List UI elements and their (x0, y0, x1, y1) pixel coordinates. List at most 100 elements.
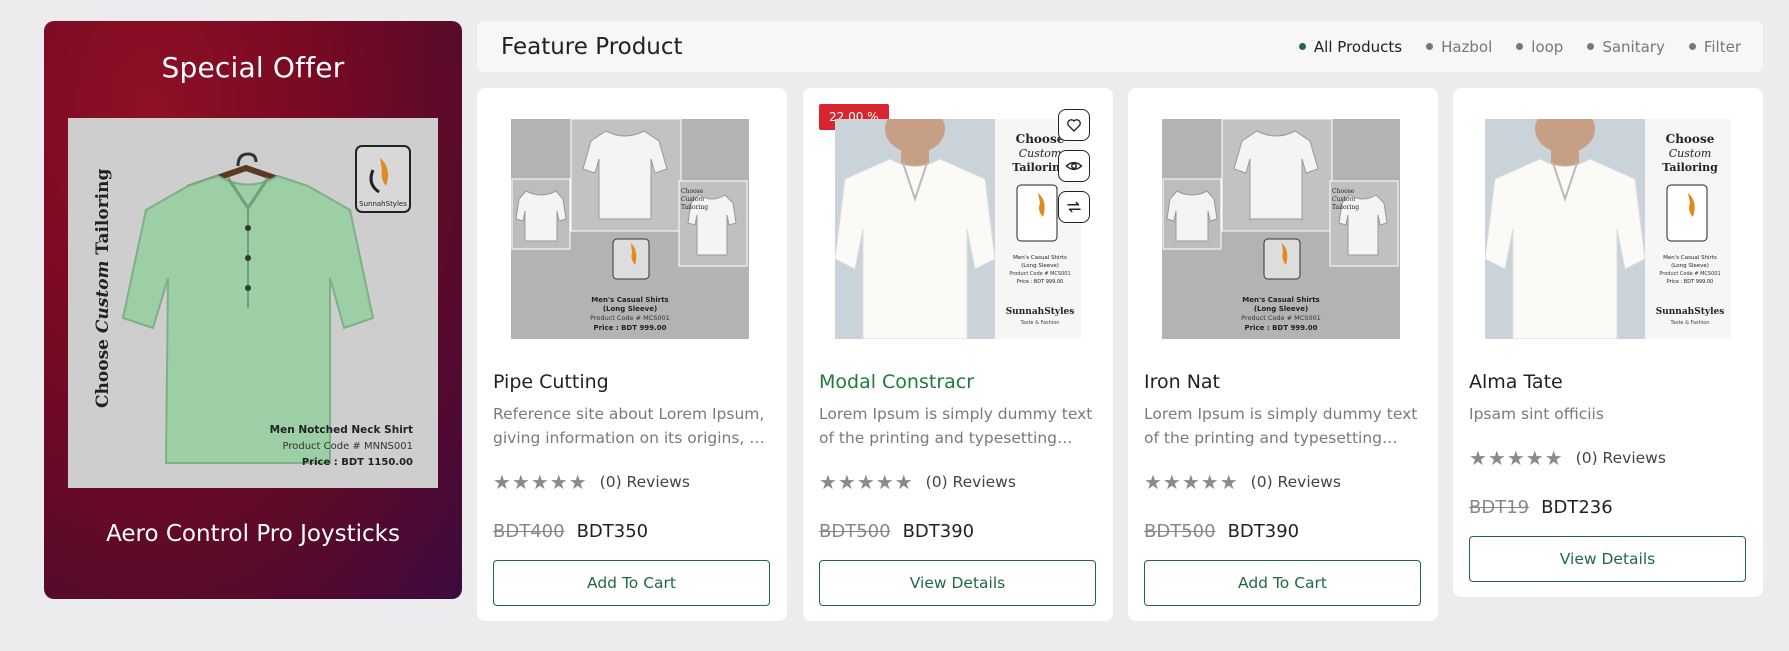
img-line-4: Price : BDT 999.00 (1017, 279, 1063, 285)
img-head-2: Custom (1019, 147, 1062, 160)
product-image[interactable]: Choose Custom Tailoring Men's Casual Shi… (511, 119, 749, 339)
product-card[interactable]: Choose Custom Tailoring Men's Casual Shi… (1128, 88, 1438, 621)
current-price: BDT350 (576, 521, 649, 542)
img-line-3: Product Code # MCS001 (590, 314, 670, 322)
product-description: Lorem Ipsum is simply dummy text of the … (819, 405, 1093, 447)
reviews-count: (0) Reviews (925, 473, 1016, 491)
offer-shirt-code: Product Code # MNNS001 (282, 441, 413, 452)
tab-all-products[interactable]: All Products (1298, 37, 1403, 56)
feature-product-header: Feature Product All Products Hazbol loop… (477, 21, 1763, 72)
product-name[interactable]: Alma Tate (1469, 371, 1563, 393)
img-line-3: Product Code # MCS001 (1241, 314, 1321, 322)
product-description: Reference site about Lorem Ipsum, giving… (493, 405, 767, 447)
tab-label: All Products (1313, 37, 1403, 56)
current-price: BDT390 (1227, 521, 1300, 542)
tab-dot-icon (1688, 43, 1696, 50)
quick-view-eye-icon[interactable] (1058, 150, 1090, 182)
product-price: BDT500 BDT390 (1144, 521, 1299, 542)
offer-vertical-text-1: Choose (93, 333, 113, 408)
view-details-button[interactable]: View Details (819, 560, 1096, 606)
special-offer-card[interactable]: Special Offer Choose Custom Tailoring Su… (44, 21, 462, 599)
offer-vertical-text-3: Tailoring (93, 168, 113, 260)
compare-arrows-icon[interactable] (1058, 191, 1090, 223)
view-details-button[interactable]: View Details (1469, 536, 1746, 582)
current-price: BDT390 (902, 521, 975, 542)
img-brand: SunnahStyles (1656, 307, 1725, 317)
star-rating-icon: ★★★★★ (819, 470, 914, 494)
wishlist-heart-icon[interactable] (1058, 109, 1090, 141)
special-offer-title: Special Offer (161, 51, 345, 84)
tab-filter[interactable]: Filter (1688, 37, 1741, 56)
offer-shirt-price: Price : BDT 1150.00 (302, 457, 413, 468)
tab-loop[interactable]: loop (1516, 38, 1563, 56)
product-description: Lorem Ipsum is simply dummy text of the … (1144, 405, 1418, 447)
img-head-2: Custom (1669, 147, 1712, 160)
tab-label: Sanitary (1602, 37, 1665, 56)
product-rating: ★★★★★ (0) Reviews (1469, 446, 1666, 470)
reviews-count: (0) Reviews (1250, 473, 1341, 491)
product-card[interactable]: Choose Custom Tailoring Men's Casual Shi… (1453, 88, 1763, 597)
category-filter-tabs: All Products Hazbol loop Sanitary Filter (1298, 37, 1741, 56)
current-price: BDT236 (1541, 497, 1613, 518)
img-tag-2: Custom (681, 196, 705, 203)
product-image[interactable]: Choose Custom Tailoring Men's Casual Shi… (1162, 119, 1400, 339)
product-name[interactable]: Iron Nat (1144, 371, 1220, 393)
tab-label: Hazbol (1441, 37, 1493, 56)
img-line-4: Price : BDT 999.00 (594, 324, 667, 332)
img-head-1: Choose (1666, 132, 1715, 146)
product-rating: ★★★★★ (0) Reviews (1144, 470, 1341, 494)
img-line-1: Men's Casual Shirts (1013, 255, 1067, 261)
product-image[interactable]: Choose Custom Tailoring Men's Casual Shi… (1485, 119, 1731, 339)
tab-dot-icon (1587, 43, 1595, 50)
product-price: BDT400 BDT350 (493, 521, 648, 542)
img-tag-1: Choose (681, 188, 704, 195)
tab-label: loop (1531, 37, 1564, 56)
img-tag-1: Choose (1332, 188, 1355, 195)
feature-product-title: Feature Product (501, 33, 683, 60)
svg-text:Choose Custom Tailoring: Choose Custom Tailoring (93, 168, 113, 408)
tab-dot-icon (1298, 43, 1306, 50)
product-name[interactable]: Pipe Cutting (493, 371, 609, 393)
img-line-4: Price : BDT 999.00 (1245, 324, 1318, 332)
star-rating-icon: ★★★★★ (1469, 446, 1564, 470)
special-offer-image[interactable]: Choose Custom Tailoring SunnahStyles Men… (68, 118, 438, 488)
img-line-3: Product Code # MCS001 (1659, 271, 1720, 277)
old-price: BDT500 (819, 521, 891, 542)
img-line-4: Price : BDT 999.00 (1667, 279, 1713, 285)
img-head-3: Tailoring (1662, 161, 1718, 174)
product-price: BDT19 BDT236 (1469, 497, 1613, 518)
product-description: Ipsam sint officiis (1469, 405, 1604, 423)
add-to-cart-button[interactable]: Add To Cart (493, 560, 770, 606)
tab-dot-icon (1426, 43, 1434, 50)
offer-shirt-name: Men Notched Neck Shirt (270, 424, 413, 436)
img-brand-sub: Taste & Fashion (1020, 320, 1060, 326)
product-name[interactable]: Modal Constracr (819, 371, 974, 393)
offer-vertical-text-2: Custom (93, 260, 113, 333)
img-line-2: (Long Sleeve) (1671, 263, 1709, 269)
old-price: BDT400 (493, 521, 565, 542)
product-card[interactable]: Choose Custom Tailoring Men's Casual Shi… (477, 88, 787, 621)
product-card[interactable]: 22.00 % Choose Custom Tailoring Men's Ca… (803, 88, 1113, 621)
reviews-count: (0) Reviews (599, 473, 690, 491)
offer-brand-text: SunnahStyles (359, 200, 407, 208)
star-rating-icon: ★★★★★ (493, 470, 588, 494)
quick-actions (1058, 109, 1090, 223)
img-line-1: Men's Casual Shirts (1242, 296, 1319, 304)
img-brand-sub: Taste & Fashion (1670, 320, 1710, 326)
tab-label: Filter (1703, 37, 1741, 56)
product-rating: ★★★★★ (0) Reviews (819, 470, 1016, 494)
product-image[interactable]: Choose Custom Tailoring Men's Casual Shi… (835, 119, 1081, 339)
tab-hazbol[interactable]: Hazbol (1426, 38, 1492, 56)
tab-sanitary[interactable]: Sanitary (1587, 38, 1665, 56)
old-price: BDT500 (1144, 521, 1216, 542)
special-offer-product-name[interactable]: Aero Control Pro Joysticks (44, 521, 462, 547)
product-price: BDT500 BDT390 (819, 521, 974, 542)
img-line-1: Men's Casual Shirts (591, 296, 668, 304)
star-rating-icon: ★★★★★ (1144, 470, 1239, 494)
old-price: BDT19 (1469, 497, 1530, 518)
img-tag-3: Tailoring (1332, 204, 1359, 211)
img-brand: SunnahStyles (1006, 307, 1075, 317)
tab-dot-icon (1516, 43, 1524, 50)
img-line-2: (Long Sleeve) (1021, 263, 1059, 269)
add-to-cart-button[interactable]: Add To Cart (1144, 560, 1421, 606)
